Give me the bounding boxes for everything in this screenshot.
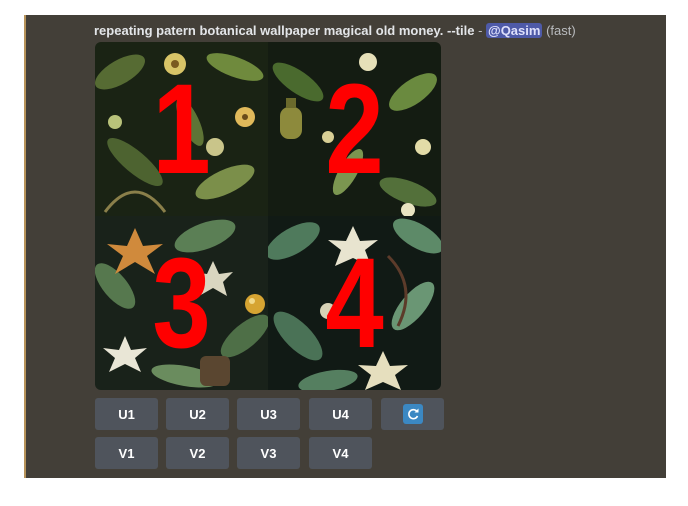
- tile-number-2: 2: [325, 58, 384, 201]
- tile-number-3: 3: [152, 232, 211, 375]
- upscale-button-1[interactable]: U1: [95, 398, 158, 430]
- speed-label: (fast): [546, 23, 576, 38]
- image-tile-3[interactable]: 3: [95, 216, 268, 390]
- user-mention[interactable]: @Qasim: [486, 23, 543, 38]
- upscale-button-4[interactable]: U4: [309, 398, 372, 430]
- reroll-icon: [402, 404, 423, 424]
- image-grid[interactable]: 1 2 3 4: [95, 42, 441, 390]
- image-tile-2[interactable]: 2: [268, 42, 441, 216]
- variation-button-1[interactable]: V1: [95, 437, 158, 469]
- prompt-text: repeating patern botanical wallpaper mag…: [94, 23, 475, 38]
- reroll-button[interactable]: [381, 398, 444, 430]
- message-header: repeating patern botanical wallpaper mag…: [94, 22, 576, 40]
- variation-button-4[interactable]: V4: [309, 437, 372, 469]
- separator: -: [474, 23, 487, 38]
- tile-number-1: 1: [152, 58, 211, 201]
- image-tile-4[interactable]: 4: [268, 216, 441, 390]
- variation-button-2[interactable]: V2: [166, 437, 229, 469]
- upscale-button-3[interactable]: U3: [237, 398, 300, 430]
- upscale-button-2[interactable]: U2: [166, 398, 229, 430]
- image-tile-1[interactable]: 1: [95, 42, 268, 216]
- variation-button-3[interactable]: V3: [237, 437, 300, 469]
- tile-number-4: 4: [325, 232, 384, 375]
